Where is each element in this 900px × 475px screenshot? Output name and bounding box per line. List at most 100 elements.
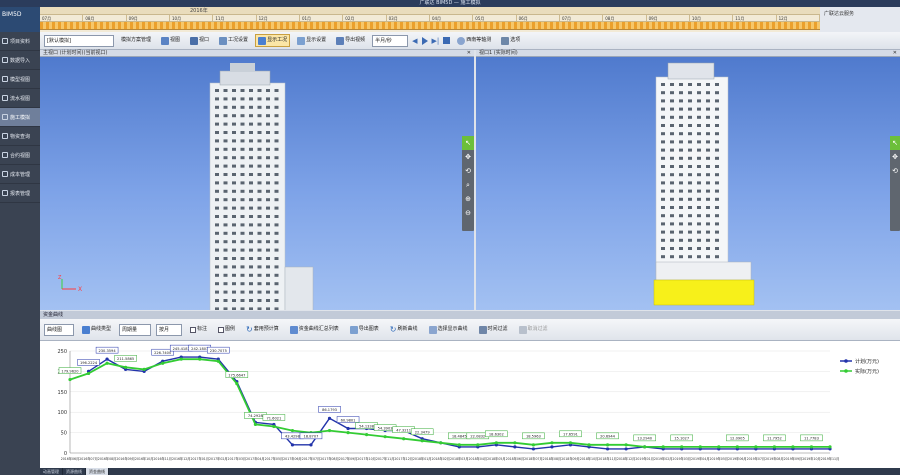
pan-icon[interactable]: ✥ [462, 150, 474, 164]
building-window [215, 164, 219, 168]
building-window [706, 214, 710, 218]
time-filter-button[interactable]: 时间过滤 [476, 323, 511, 336]
cancel-filter-button[interactable]: 取消过滤 [516, 323, 551, 336]
building-window [697, 140, 701, 144]
sidebar-item[interactable]: 项目资料 [0, 32, 40, 51]
schedule-timeline[interactable]: BIM5D 2016年 07月 08月 09月 10月 11月 12月 01月 02月 03月 0… [0, 7, 900, 32]
play-icon[interactable] [421, 36, 428, 45]
building-model-actual[interactable] [476, 57, 900, 310]
cursor-icon[interactable]: ↖ [890, 136, 900, 150]
cloud-service-area[interactable]: 广联达云服务 [820, 7, 900, 32]
sidebar-item[interactable]: 数据导入 [0, 51, 40, 70]
label-checkbox[interactable]: 标注 [187, 323, 210, 336]
sidebar-item[interactable]: 流水视图 [0, 89, 40, 108]
building-window [215, 89, 219, 92]
building-window [232, 265, 236, 269]
speed-select[interactable]: 半月/秒 [372, 34, 409, 47]
view-button[interactable]: 视图 [158, 34, 183, 47]
viewport-tool-strip-right[interactable]: ↖ ✥ ⟲ [890, 136, 900, 231]
building-window [240, 156, 245, 160]
building-window [715, 222, 719, 226]
sidebar-item[interactable]: 施工模拟 [0, 108, 40, 127]
fund-curve-svg[interactable]: 0501001502002502016年06月2016年07月2016年08月2… [40, 341, 900, 468]
fund-curve-chart[interactable]: 0501001502002502016年06月2016年07月2016年08月2… [40, 341, 900, 468]
export-image-button[interactable]: 导出图表 [347, 323, 382, 336]
building-window [274, 206, 279, 210]
refresh-curve-button[interactable]: ↻ 刷新曲线 [387, 323, 421, 336]
show-work-button[interactable]: 显示工况 [255, 34, 291, 47]
bottom-tab[interactable]: 资源曲线 [63, 468, 86, 475]
export-video-button[interactable]: 导出视频 [333, 34, 368, 47]
sidebar-item[interactable]: 物资查询 [0, 127, 40, 146]
building-window [688, 124, 692, 127]
sidebar-item[interactable]: 合约视图 [0, 146, 40, 165]
close-icon[interactable]: ✕ [467, 50, 471, 57]
building-window [706, 107, 710, 111]
zoom-in-icon[interactable]: ⊕ [462, 192, 474, 206]
plan-point [327, 416, 332, 420]
rotate-icon[interactable]: ⟲ [890, 164, 900, 178]
actual-point [513, 441, 517, 445]
building-window [257, 248, 262, 252]
building-window [266, 273, 270, 277]
building-window [661, 238, 665, 242]
building-window [266, 114, 270, 118]
building-window [715, 173, 719, 177]
actual-point [161, 361, 165, 365]
fund-summary-button[interactable]: 资金曲线汇总列表 [287, 323, 342, 336]
simulation-mode-select[interactable]: [默认模拟] [44, 34, 114, 47]
bottom-tab[interactable]: 资金曲线 [86, 468, 109, 475]
building-window [266, 173, 270, 176]
zoom-icon[interactable]: ⌕ [462, 178, 474, 192]
building-window [223, 181, 228, 185]
actual-point [272, 424, 276, 429]
next-icon[interactable]: ▶| [432, 37, 440, 45]
option-button[interactable]: 选项 [498, 34, 523, 47]
x-tick-label: 2017年04月 [246, 456, 265, 461]
curve-type-button[interactable]: 曲线类型 [79, 323, 114, 336]
zoom-out-icon[interactable]: ⊖ [462, 206, 474, 220]
building-window [715, 132, 719, 136]
building-window [232, 173, 236, 176]
bottom-tab[interactable]: 动画管理 [40, 468, 63, 475]
viewport-tool-strip[interactable]: ↖ ✥ ⟲ ⌕ ⊕ ⊖ [462, 136, 474, 231]
period-select[interactable]: 周期量 [119, 323, 152, 336]
building-model-plan[interactable]: Z X [40, 57, 474, 310]
export-image-label: 导出图表 [358, 326, 379, 332]
data-label: 18.4845 [452, 435, 467, 439]
curve-view-select[interactable]: 曲线图 [44, 323, 74, 336]
main-viewport[interactable]: 主视口 (计划时间)(当前视口) ✕ Z X ↖ ✥ ⟲ ⌕ ⊕ ⊖ [40, 50, 474, 310]
sidebar-item[interactable]: 报表管理 [0, 184, 40, 203]
close-icon[interactable]: ✕ [893, 50, 897, 57]
cloud-service-label[interactable]: 广联达云服务 [824, 11, 854, 17]
unit-select[interactable]: 按月 [156, 323, 183, 336]
cursor-icon[interactable]: ↖ [462, 136, 474, 150]
sidebar-item[interactable]: 模型视图 [0, 70, 40, 89]
sidebar-item[interactable]: 成本管理 [0, 165, 40, 184]
timeline-progress-bar[interactable] [40, 22, 820, 30]
work-settings-button[interactable]: 工况设置 [216, 34, 251, 47]
timeline-month: 06月 [517, 15, 560, 21]
prev-icon[interactable]: ◀ [412, 37, 417, 45]
stop-icon[interactable] [443, 37, 451, 44]
building-window [249, 156, 253, 160]
manage-plan-button[interactable]: 模拟方案管理 [118, 34, 154, 47]
x-tick-label: 2017年06月 [283, 456, 302, 461]
building-window [223, 206, 228, 210]
display-settings-button[interactable]: 显示设置 [294, 34, 329, 47]
view-angle-button[interactable]: 西南等轴测 [454, 34, 494, 47]
building-window [661, 214, 665, 218]
actual-point [253, 422, 257, 427]
apply-plan-button[interactable]: ↻ 套用预计算 [243, 323, 282, 336]
viewport-button[interactable]: 视口 [187, 34, 212, 47]
select-curve-button[interactable]: 选择显示曲线 [426, 323, 471, 336]
display-settings-label: 显示设置 [306, 37, 327, 43]
sidebar-item-icon [2, 76, 8, 82]
rotate-icon[interactable]: ⟲ [462, 164, 474, 178]
pan-icon[interactable]: ✥ [890, 150, 900, 164]
legend-checkbox[interactable]: 图例 [215, 323, 238, 336]
building-window [670, 181, 674, 185]
building-window [232, 240, 236, 244]
secondary-viewport[interactable]: 视口1 (实际时间) ✕ ↖ ✥ ⟲ [476, 50, 900, 310]
simulation-toolbar: [默认模拟] 模拟方案管理 视图 视口 工况设置 显示工况 显示设置 导出视频 … [40, 32, 900, 50]
